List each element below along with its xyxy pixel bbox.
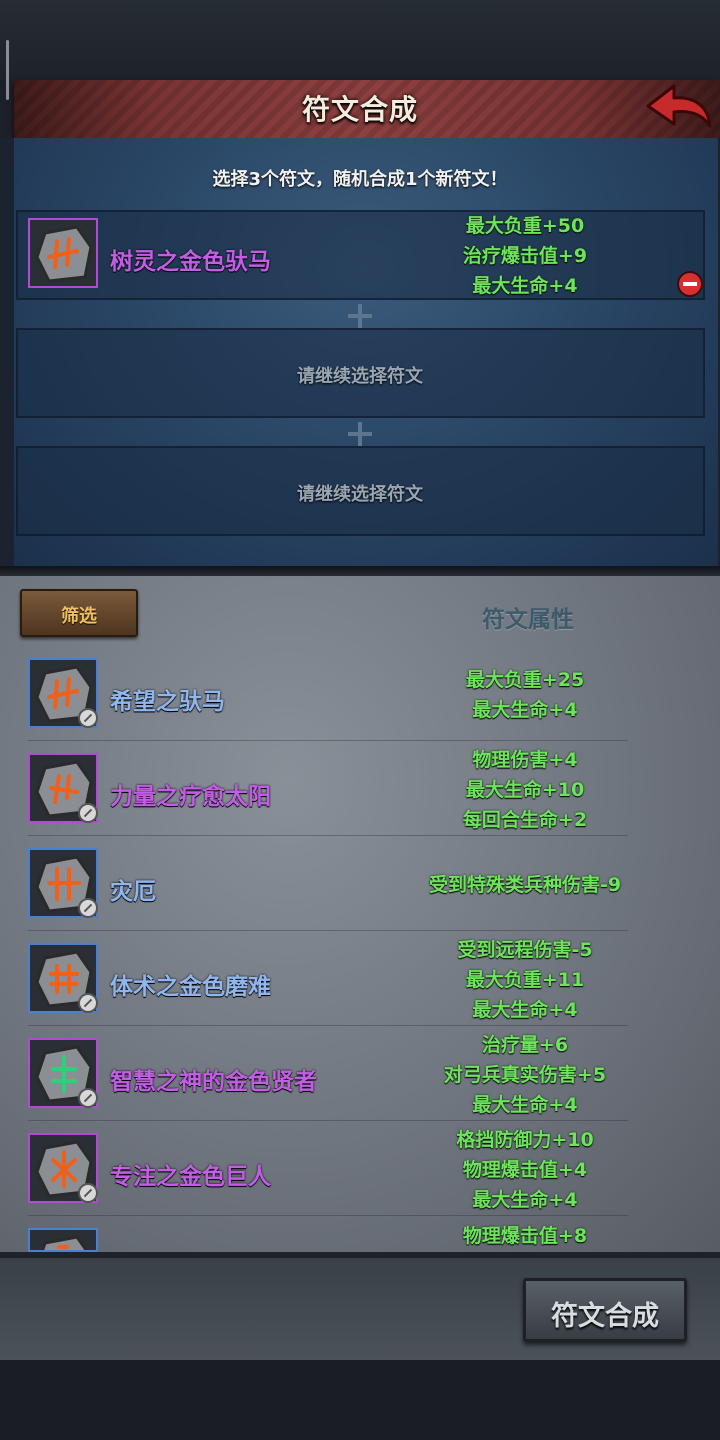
stat-line: 物理伤害+4 xyxy=(472,749,578,771)
lock-icon xyxy=(78,898,98,918)
rune-stats: 治疗量+6 对弓兵真实伤害+5 最大生命+4 xyxy=(400,1030,650,1120)
stat-line: 格挡防御力+10 xyxy=(456,1129,594,1151)
stat-line: 最大生命+4 xyxy=(472,699,578,721)
rune-name[interactable]: 智慧之神的金色贤者 xyxy=(110,1062,317,1096)
back-button[interactable] xyxy=(644,82,714,134)
rune-icon[interactable] xyxy=(28,658,98,728)
rune-icon[interactable] xyxy=(28,753,98,823)
rune-icon[interactable] xyxy=(28,943,98,1013)
stat-line: 最大生命+4 xyxy=(472,999,578,1021)
empty-slot-hint: 请继续选择符文 xyxy=(297,484,423,505)
rune-icon[interactable] xyxy=(28,1228,98,1252)
stat-line: 治疗量+6 xyxy=(481,1034,569,1056)
top-status-area xyxy=(0,0,720,80)
back-arrow-icon xyxy=(646,84,712,128)
stat-line: 治疗爆击值+9 xyxy=(462,245,588,267)
rune-icon[interactable] xyxy=(28,1133,98,1203)
stat-line: 受到远程伤害-5 xyxy=(457,939,593,961)
instruction-text: 选择3个符文，随机合成1个新符文！ xyxy=(212,169,508,190)
row-divider xyxy=(28,1120,628,1121)
plus-icon xyxy=(346,302,374,330)
row-divider xyxy=(28,740,628,741)
row-divider xyxy=(28,930,628,931)
rune-stats: 受到远程伤害-5 最大负重+11 最大生命+4 xyxy=(400,935,650,1025)
stat-line: 最大负重+50 xyxy=(465,215,585,237)
page-title: 符文合成 xyxy=(301,93,418,126)
stat-line: 每回合生命+2 xyxy=(462,809,588,831)
stat-line: 最大生命+10 xyxy=(465,779,585,801)
stat-line: 最大负重+11 xyxy=(465,969,585,991)
rune-name[interactable]: 灾厄 xyxy=(110,872,156,906)
rune-name[interactable]: 希望之驮马 xyxy=(110,682,225,716)
rune-stats: 格挡防御力+10 物理爆击值+4 最大生命+4 xyxy=(400,1125,650,1215)
selected-rune-icon xyxy=(28,218,98,288)
selected-rune-stats: 最大负重+50 治疗爆击值+9 最大生命+4 xyxy=(420,211,630,301)
plus-icon xyxy=(346,420,374,448)
rune-icon[interactable] xyxy=(28,848,98,918)
rune-name[interactable]: 体术之金色磨难 xyxy=(110,967,271,1001)
row-divider xyxy=(28,835,628,836)
rune-stats: 物理伤害+4 最大生命+10 每回合生命+2 xyxy=(400,745,650,835)
lock-icon xyxy=(78,1183,98,1203)
remove-rune-button[interactable] xyxy=(677,271,703,297)
row-divider xyxy=(28,1215,628,1216)
bottom-area xyxy=(0,1360,720,1440)
attribute-header: 符文属性 xyxy=(482,607,574,633)
row-divider xyxy=(28,1025,628,1026)
lock-icon xyxy=(78,993,98,1013)
rune-name[interactable]: 专注之金色巨人 xyxy=(110,1157,271,1191)
compose-label: 符文合成 xyxy=(551,1301,659,1332)
rune-icon[interactable] xyxy=(28,1038,98,1108)
rune-stats: 最大负重+25 最大生命+4 xyxy=(400,665,650,725)
lock-icon xyxy=(78,708,98,728)
filter-button[interactable]: 筛选 xyxy=(20,589,138,637)
rune-name[interactable]: 力量之疗愈太阳 xyxy=(110,777,271,811)
filter-label: 筛选 xyxy=(61,606,97,627)
stat-line: 最大负重+25 xyxy=(465,669,585,691)
stat-line: 最大生命+4 xyxy=(472,275,578,297)
stat-line: 物理爆击值+4 xyxy=(462,1159,588,1181)
rune-stats: 物理爆击值+8 xyxy=(400,1221,650,1251)
stat-line: 最大生命+4 xyxy=(472,1189,578,1211)
stat-line: 最大生命+4 xyxy=(472,1094,578,1116)
stat-line: 物理爆击值+8 xyxy=(462,1225,588,1247)
compose-button[interactable]: 符文合成 xyxy=(523,1278,687,1342)
selected-rune-name: 树灵之金色驮马 xyxy=(110,249,271,275)
lock-icon xyxy=(78,803,98,823)
stat-line: 对弓兵真实伤害+5 xyxy=(443,1064,607,1086)
stat-line: 受到特殊类兵种伤害-9 xyxy=(428,874,622,896)
empty-slot-hint: 请继续选择符文 xyxy=(297,366,423,387)
rune-stats: 受到特殊类兵种伤害-9 xyxy=(400,870,650,900)
lock-icon xyxy=(78,1088,98,1108)
